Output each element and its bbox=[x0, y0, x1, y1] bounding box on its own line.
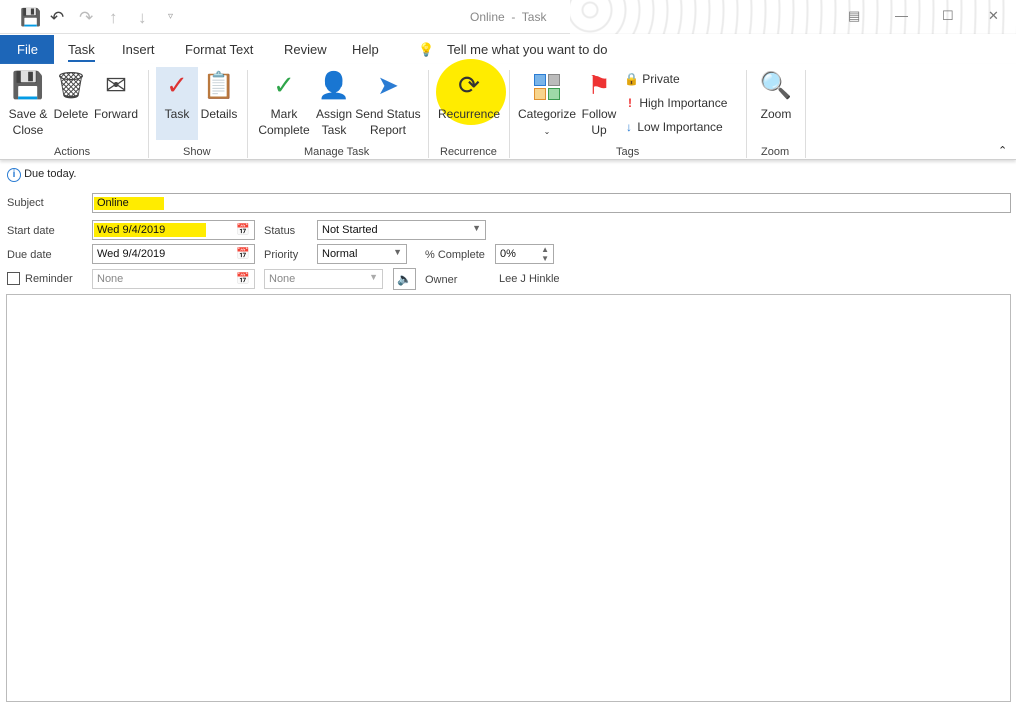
group-actions: Actions bbox=[54, 146, 91, 158]
down-arrow-icon: ↓ bbox=[626, 120, 632, 134]
subject-label: Subject bbox=[7, 197, 44, 209]
tab-format-text[interactable]: Format Text bbox=[185, 42, 253, 57]
magnifier-icon: 🔍 bbox=[759, 70, 793, 100]
group-zoom: Zoom bbox=[761, 146, 790, 158]
divider bbox=[805, 70, 806, 158]
dropdown-arrow-icon: ▼ bbox=[472, 223, 481, 233]
minimize-button[interactable]: — bbox=[895, 8, 908, 23]
tab-task[interactable]: Task bbox=[68, 42, 95, 62]
categorize-icon bbox=[517, 70, 577, 101]
reminder-sound-button[interactable]: 🔈 bbox=[393, 268, 416, 290]
send-status-report-button[interactable]: ➤ Send Status Report bbox=[355, 70, 421, 138]
priority-select[interactable]: Normal ▼ bbox=[317, 244, 407, 264]
forward-button[interactable]: ✉ Forward bbox=[92, 70, 140, 122]
customize-icon[interactable]: ▿ bbox=[168, 11, 173, 22]
reminder-time-select[interactable]: None ▼ bbox=[264, 269, 383, 289]
flag-icon: ⚑ bbox=[587, 70, 611, 100]
high-importance-button[interactable]: ! High Importance bbox=[624, 95, 727, 111]
window-title: Online - Task bbox=[470, 10, 547, 24]
undo-icon[interactable]: ↶ bbox=[50, 8, 64, 28]
owner-value: Lee J Hinkle bbox=[499, 273, 560, 285]
ribbon: 💾 Save & Close 🗑 Delete ✉ Forward Actions ✓… bbox=[0, 59, 1016, 160]
start-date-label: Start date bbox=[7, 225, 55, 237]
envelope-forward-icon: ✉ bbox=[105, 70, 127, 100]
clipboard-check-icon: ✓ bbox=[166, 70, 188, 100]
zoom-button[interactable]: 🔍 Zoom bbox=[756, 70, 796, 122]
divider bbox=[509, 70, 510, 158]
title-bar: 💾 ↶ ↷ ↑ ↓ ▿ Online - Task ▤ — ☐ ✕ bbox=[0, 0, 1016, 34]
start-date-input[interactable]: Wed 9/4/2019 📅 bbox=[92, 220, 255, 240]
tab-insert[interactable]: Insert bbox=[122, 42, 155, 57]
spinner-arrows-icon[interactable]: ▲ ▼ bbox=[541, 245, 549, 263]
tab-review[interactable]: Review bbox=[284, 42, 327, 57]
follow-up-button[interactable]: ⚑ Follow Up bbox=[579, 70, 619, 138]
redo-icon[interactable]: ↷ bbox=[79, 8, 93, 28]
exclamation-icon: ! bbox=[628, 96, 632, 110]
info-bar: i Due today. bbox=[7, 168, 76, 182]
divider bbox=[428, 70, 429, 158]
reminder-checkbox[interactable] bbox=[7, 272, 20, 285]
group-show: Show bbox=[183, 146, 211, 158]
trash-icon: 🗑 bbox=[54, 70, 88, 100]
save-close-icon: 💾 bbox=[11, 70, 45, 100]
categorize-button[interactable]: Categorize ⌄ bbox=[517, 70, 577, 140]
group-recurrence: Recurrence bbox=[440, 146, 497, 158]
due-date-label: Due date bbox=[7, 249, 52, 261]
recurrence-button[interactable]: ⟳ Recurrence bbox=[437, 70, 501, 122]
recurrence-icon: ⟳ bbox=[458, 70, 480, 100]
mark-complete-button[interactable]: ✓ Mark Complete bbox=[256, 70, 312, 138]
maximize-button[interactable]: ☐ bbox=[942, 8, 954, 24]
percent-complete-label: % Complete bbox=[425, 249, 485, 261]
group-tags: Tags bbox=[616, 146, 640, 158]
delete-button[interactable]: 🗑 Delete bbox=[52, 70, 90, 122]
save-close-button[interactable]: 💾 Save & Close bbox=[6, 70, 50, 138]
priority-label: Priority bbox=[264, 249, 299, 261]
checkmark-icon: ✓ bbox=[273, 70, 295, 100]
reminder-date-input[interactable]: None 📅 bbox=[92, 269, 255, 289]
divider bbox=[247, 70, 248, 158]
info-icon: i bbox=[7, 168, 21, 182]
dropdown-arrow-icon: ▼ bbox=[369, 272, 378, 282]
due-date-input[interactable]: Wed 9/4/2019 📅 bbox=[92, 244, 255, 264]
up-arrow-icon[interactable]: ↑ bbox=[109, 8, 118, 28]
ribbon-display-icon[interactable]: ▤ bbox=[848, 8, 860, 24]
show-details-button[interactable]: 📋 Details bbox=[200, 70, 238, 122]
send-status-icon: ➤ bbox=[377, 70, 399, 100]
down-arrow-icon[interactable]: ↓ bbox=[138, 8, 147, 28]
private-button[interactable]: 🔒 Private bbox=[624, 71, 680, 87]
ribbon-tabs: Task Insert Format Text Review Help 💡 Te… bbox=[0, 35, 1016, 64]
status-select[interactable]: Not Started ▼ bbox=[317, 220, 486, 240]
percent-complete-stepper[interactable]: 0% ▲ ▼ bbox=[495, 244, 554, 264]
calendar-icon[interactable]: 📅 bbox=[236, 247, 250, 260]
clipboard-details-icon: 📋 bbox=[202, 70, 236, 100]
assign-task-button[interactable]: 👤 Assign Task bbox=[314, 70, 354, 138]
reminder-label: Reminder bbox=[25, 273, 73, 285]
collapse-ribbon-icon[interactable]: ⌃ bbox=[998, 144, 1007, 157]
tab-help[interactable]: Help bbox=[352, 42, 379, 57]
subject-input[interactable]: Online bbox=[92, 193, 1011, 213]
show-task-button[interactable]: ✓ Task bbox=[156, 67, 198, 140]
calendar-icon[interactable]: 📅 bbox=[236, 223, 250, 236]
divider bbox=[746, 70, 747, 158]
dropdown-arrow-icon: ▼ bbox=[393, 247, 402, 257]
lightbulb-icon: 💡 bbox=[418, 42, 435, 57]
save-icon[interactable]: 💾 bbox=[20, 8, 41, 28]
close-button[interactable]: ✕ bbox=[988, 8, 999, 24]
lock-icon: 🔒 bbox=[624, 72, 639, 86]
status-label: Status bbox=[264, 225, 296, 237]
calendar-icon: 📅 bbox=[236, 273, 250, 285]
divider bbox=[148, 70, 149, 158]
low-importance-button[interactable]: ↓ Low Importance bbox=[624, 119, 723, 135]
owner-label: Owner bbox=[425, 274, 458, 286]
tell-me-search[interactable]: Tell me what you want to do bbox=[447, 42, 607, 57]
assign-task-icon: 👤 bbox=[317, 70, 351, 100]
group-manage-task: Manage Task bbox=[304, 146, 370, 158]
notes-body[interactable] bbox=[6, 294, 1011, 702]
